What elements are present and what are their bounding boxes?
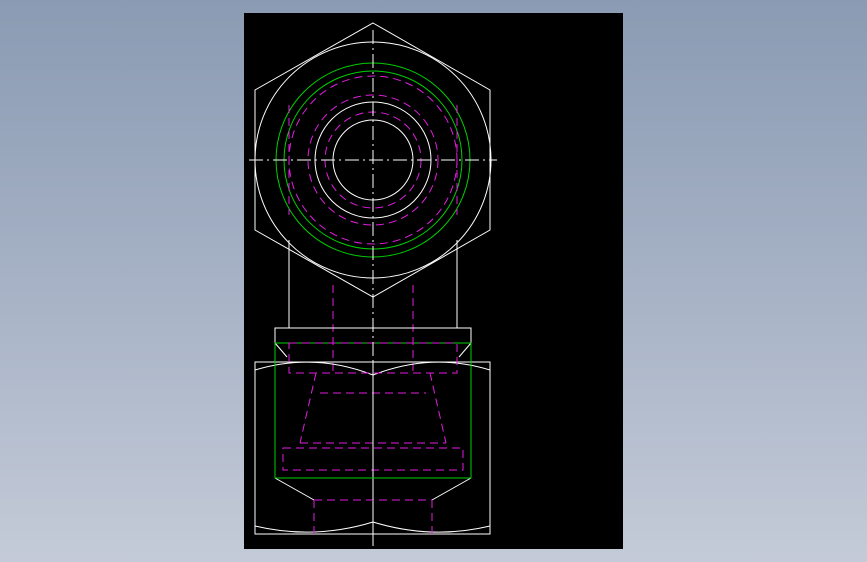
hex-lower-chamfer-right — [431, 477, 472, 501]
cad-drawing — [249, 22, 497, 546]
centerlines — [249, 30, 497, 546]
hidden-taper-left — [299, 372, 317, 444]
hidden-taper-right — [429, 372, 447, 444]
collar-chamfer-right — [458, 342, 472, 358]
front-view — [254, 327, 491, 535]
collar-chamfer-left — [274, 342, 288, 358]
cad-viewport[interactable] — [244, 13, 623, 549]
hex-lower-chamfer-left — [274, 477, 315, 501]
